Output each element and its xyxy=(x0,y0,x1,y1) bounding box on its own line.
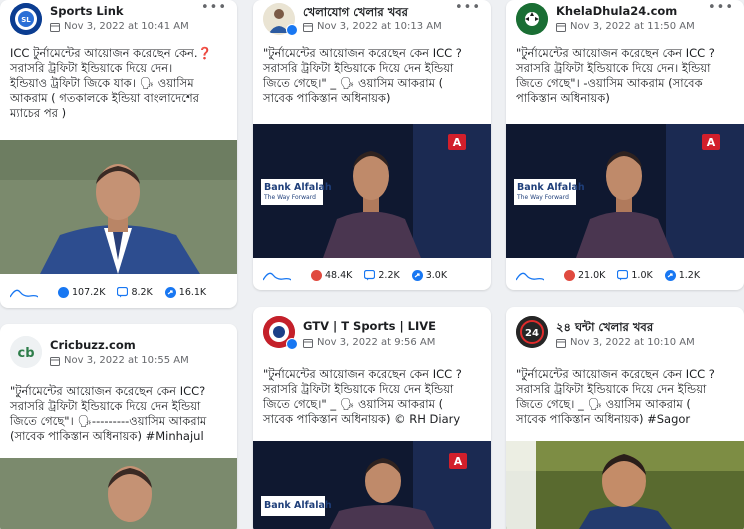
reactions-icon xyxy=(564,269,575,281)
reactions-icon xyxy=(311,269,322,281)
svg-text:A: A xyxy=(707,136,716,149)
video-banner-text: Bank Alfalah xyxy=(264,500,332,511)
page-avatar[interactable]: 24 xyxy=(516,316,548,348)
post-header: SL Sports Link Nov 3, 2022 at 10:41 AM •… xyxy=(0,0,237,42)
comments-count: 2.2K xyxy=(378,269,400,281)
post-card: cb Cricbuzz.com Nov 3, 2022 at 10:55 AM … xyxy=(0,324,237,529)
page-name[interactable]: GTV | T Sports | LIVE xyxy=(303,319,436,333)
calendar-icon xyxy=(50,356,60,366)
share-icon xyxy=(411,269,423,281)
post-text: "টুর্নামেন্টের আয়োজন করেছেন কেন ICC ? স… xyxy=(516,46,715,105)
reactions-count: 21.0K xyxy=(578,269,606,281)
post-text: "টুর্নামেন্টের আয়োজন করেছেন কেন ICC ? স… xyxy=(516,367,715,426)
post-timestamp: Nov 3, 2022 at 11:50 AM xyxy=(570,21,695,32)
svg-text:A: A xyxy=(454,455,463,468)
svg-text:24: 24 xyxy=(525,328,539,339)
more-options-icon[interactable]: ••• xyxy=(455,0,481,15)
page-name[interactable]: ২৪ ঘন্টা খেলার খবর xyxy=(556,319,653,338)
video-banner-tagline: The Way Forward xyxy=(517,194,569,201)
post-text: ICC টুর্নামেন্টের আয়োজন করেছেন কেন.❓ সর… xyxy=(10,46,212,120)
post-video[interactable]: A Bank Alfalah The Way Forward xyxy=(253,124,491,258)
calendar-icon xyxy=(303,22,313,32)
post-text: "টুর্নামেন্টের আয়োজন করেছেন কেন ICC ? স… xyxy=(263,367,462,426)
post-timestamp: Nov 3, 2022 at 9:56 AM xyxy=(317,337,436,348)
post-text: "টুর্নামেন্টের আয়োজন করেছেন কেন ICC? সর… xyxy=(10,384,207,443)
comments-count: 8.2K xyxy=(131,286,153,298)
video-banner-text: Bank Alfalah xyxy=(264,182,332,193)
share-icon xyxy=(164,286,176,298)
svg-text:SL: SL xyxy=(21,16,31,24)
reactions-count: 48.4K xyxy=(325,269,353,281)
post-header: GTV | T Sports | LIVE Nov 3, 2022 at 9:5… xyxy=(253,307,491,350)
post-header: cb Cricbuzz.com Nov 3, 2022 at 10:55 AM xyxy=(0,324,237,372)
comment-icon xyxy=(364,269,376,280)
reactions-icon xyxy=(58,286,69,298)
page-name[interactable]: Cricbuzz.com xyxy=(50,338,136,352)
post-image[interactable] xyxy=(506,441,744,529)
post-card: GTV | T Sports | LIVE Nov 3, 2022 at 9:5… xyxy=(253,307,491,529)
page-avatar[interactable]: SL xyxy=(10,3,42,35)
video-banner-text: Bank Alfalah xyxy=(517,182,585,193)
post-header: KhelaDhula24.com Nov 3, 2022 at 11:50 AM… xyxy=(506,0,744,42)
page-avatar[interactable]: cb xyxy=(10,336,42,368)
post-timestamp: Nov 3, 2022 at 10:10 AM xyxy=(570,337,695,348)
post-image[interactable] xyxy=(0,140,237,274)
post-timestamp: Nov 3, 2022 at 10:13 AM xyxy=(317,21,442,32)
post-video[interactable]: A Bank Alfalah The Way Forward xyxy=(506,124,744,258)
post-text: "টুর্নামেন্টের আয়োজন করেছেন কেন ICC ? স… xyxy=(263,46,462,105)
comment-icon xyxy=(617,269,629,280)
sparkline-icon xyxy=(10,289,38,298)
page-name[interactable]: Sports Link xyxy=(50,4,124,18)
verified-badge-icon xyxy=(286,24,298,36)
calendar-icon xyxy=(556,338,566,348)
share-icon xyxy=(664,269,676,281)
more-options-icon[interactable]: ••• xyxy=(201,0,227,15)
comments-count: 1.0K xyxy=(631,269,653,281)
comment-icon xyxy=(117,286,129,297)
post-card: KhelaDhula24.com Nov 3, 2022 at 11:50 AM… xyxy=(506,0,744,290)
post-card: খেলাযোগ খেলার খবর Nov 3, 2022 at 10:13 A… xyxy=(253,0,491,290)
verified-badge-icon xyxy=(286,338,298,350)
sparkline-icon xyxy=(263,272,291,281)
calendar-icon xyxy=(303,338,313,348)
post-timestamp: Nov 3, 2022 at 10:41 AM xyxy=(64,21,189,32)
post-card: SL Sports Link Nov 3, 2022 at 10:41 AM •… xyxy=(0,0,237,308)
post-header: খেলাযোগ খেলার খবর Nov 3, 2022 at 10:13 A… xyxy=(253,0,491,42)
post-header: 24 ২৪ ঘন্টা খেলার খবর Nov 3, 2022 at 10:… xyxy=(506,307,744,349)
sparkline-icon xyxy=(516,272,544,281)
page-avatar[interactable] xyxy=(516,3,548,35)
shares-count: 16.1K xyxy=(178,286,207,298)
post-card: 24 ২৪ ঘন্টা খেলার খবর Nov 3, 2022 at 10:… xyxy=(506,307,744,529)
calendar-icon xyxy=(556,22,566,32)
page-name[interactable]: KhelaDhula24.com xyxy=(556,4,677,18)
shares-count: 1.2K xyxy=(678,269,701,281)
shares-count: 3.0K xyxy=(425,269,448,281)
video-banner-tagline: The Way Forward xyxy=(264,194,316,201)
post-timestamp: Nov 3, 2022 at 10:55 AM xyxy=(64,355,189,366)
post-video[interactable]: A Bank Alfalah xyxy=(253,441,491,529)
svg-text:A: A xyxy=(453,136,462,149)
calendar-icon xyxy=(50,22,60,32)
reactions-count: 107.2K xyxy=(72,286,106,298)
post-image[interactable] xyxy=(0,458,237,529)
svg-text:cb: cb xyxy=(17,346,34,361)
more-options-icon[interactable]: ••• xyxy=(708,0,734,15)
